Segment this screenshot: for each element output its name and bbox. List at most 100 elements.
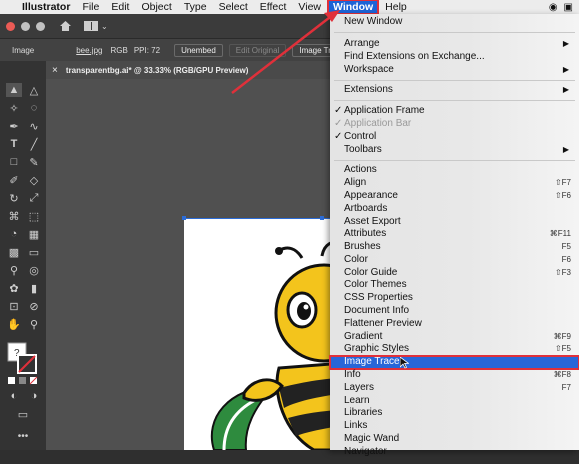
menu-item-navigator[interactable]: Navigator	[330, 446, 579, 464]
mac-menubar: Illustrator File Edit Object Type Select…	[0, 0, 579, 15]
selection-type-label: Image	[12, 45, 35, 55]
menu-effect[interactable]: Effect	[254, 1, 293, 13]
menu-item-brushes[interactable]: Brushes F5	[330, 241, 579, 254]
menu-separator	[334, 160, 575, 161]
zoom-window-button[interactable]	[36, 21, 45, 31]
lasso-tool-icon[interactable]: ◌	[26, 101, 42, 115]
menu-item-actions[interactable]: Actions	[330, 164, 579, 177]
unembed-button[interactable]: Unembed	[174, 43, 223, 57]
menu-item-attributes[interactable]: Attributes ⌘F11	[330, 228, 579, 241]
menu-help[interactable]: Help	[379, 1, 413, 13]
menu-item-align[interactable]: Align ⇧F7	[330, 177, 579, 190]
submenu-arrow-icon: ▶	[562, 39, 569, 48]
scale-tool-icon[interactable]: ⤢	[26, 191, 42, 205]
magic-wand-tool-icon[interactable]: ✧	[6, 101, 22, 115]
more-tools-icon[interactable]: •••	[15, 429, 31, 443]
menu-item-appearance[interactable]: Appearance ⇧F6	[330, 190, 579, 203]
ppi-label: PPI: 72	[133, 45, 161, 55]
menu-extra-icon: ▣	[563, 1, 573, 13]
menu-item-new-window[interactable]: New Window	[330, 16, 579, 29]
menu-item-application-bar: ✓ Application Bar	[334, 118, 412, 129]
menu-item-extensions[interactable]: Extensions ▶	[330, 84, 579, 97]
bee-image[interactable]	[184, 218, 344, 450]
draw-mode-icon[interactable]: ◐	[6, 389, 22, 403]
workspace-grid-icon[interactable]: ⌄	[84, 21, 108, 31]
menu-item-layers[interactable]: Layers F7	[330, 382, 579, 395]
artboard-tool-icon[interactable]: ⊡	[6, 299, 22, 313]
artboard[interactable]	[184, 218, 344, 450]
direct-selection-icon[interactable]: △	[26, 83, 42, 97]
window-menu: New Window Arrange ▶ Find Extensions on E…	[329, 14, 579, 457]
menu-item-toolbars[interactable]: Toolbars ▶	[330, 144, 579, 157]
checkmark-icon: ✓	[334, 105, 343, 116]
menu-item-learn[interactable]: Learn	[330, 395, 579, 408]
menu-item-gradient[interactable]: Gradient ⌘F9	[330, 331, 579, 344]
home-icon[interactable]	[59, 20, 72, 32]
rectangle-tool-icon[interactable]: □	[6, 155, 22, 169]
zoom-tool-icon[interactable]: ⚲	[26, 317, 42, 331]
eraser-tool-icon[interactable]: ◇	[26, 173, 42, 187]
minimize-window-button[interactable]	[21, 21, 30, 31]
menu-view[interactable]: View	[292, 1, 327, 13]
menu-item-links[interactable]: Links	[330, 420, 579, 433]
menu-item-find-extensions[interactable]: Find Extensions on Exchange...	[330, 51, 579, 64]
color-mode-label: RGB	[110, 45, 128, 55]
menu-type[interactable]: Type	[178, 1, 213, 13]
selection-bounding-box	[184, 218, 330, 219]
menu-item-workspace[interactable]: Workspace ▶	[330, 64, 579, 77]
fill-stroke-icon[interactable]: ?	[6, 341, 40, 385]
linked-file-link[interactable]: bee.jpg	[76, 46, 102, 55]
submenu-arrow-icon: ▶	[562, 85, 569, 94]
menu-item-color[interactable]: Color F6	[330, 254, 579, 267]
shape-builder-icon[interactable]: ◔	[6, 227, 22, 241]
menu-item-image-trace[interactable]: Image Trace	[329, 355, 579, 370]
close-tab-icon[interactable]: ×	[52, 65, 58, 76]
close-window-button[interactable]	[6, 21, 15, 31]
width-tool-icon[interactable]: ⌘	[6, 209, 22, 223]
line-tool-icon[interactable]: ╱	[26, 137, 42, 151]
menu-item-css-properties[interactable]: CSS Properties	[330, 292, 579, 305]
mouse-cursor-icon	[400, 357, 409, 369]
type-tool-icon[interactable]: T	[6, 137, 22, 151]
menu-app-name[interactable]: Illustrator	[16, 1, 76, 13]
graph-tool-icon[interactable]: ▮	[26, 281, 42, 295]
menu-object[interactable]: Object	[135, 1, 177, 13]
symbol-sprayer-icon[interactable]: ✿	[6, 281, 22, 295]
menu-item-color-guide[interactable]: Color Guide ⇧F3	[330, 267, 579, 280]
menu-item-document-info[interactable]: Document Info	[330, 305, 579, 318]
menu-window[interactable]: Window	[327, 0, 380, 15]
hand-tool-icon[interactable]: ✋	[6, 317, 22, 331]
screen-mode-icon[interactable]: ▭	[15, 407, 31, 421]
mesh-tool-icon[interactable]: ▩	[6, 245, 22, 259]
menu-item-magic-wand[interactable]: Magic Wand	[330, 433, 579, 446]
edit-original-button[interactable]: Edit Original	[228, 43, 287, 57]
menu-select[interactable]: Select	[213, 1, 254, 13]
menu-item-flattener-preview[interactable]: Flattener Preview	[330, 318, 579, 331]
perspective-grid-icon[interactable]: ▦	[26, 227, 42, 241]
menu-item-control[interactable]: ✓ Control	[330, 131, 579, 144]
menu-item-asset-export[interactable]: Asset Export	[330, 216, 579, 229]
menu-item-application-frame[interactable]: ✓ Application Frame	[330, 105, 579, 118]
draw-inside-icon[interactable]: ◑	[26, 389, 42, 403]
slice-tool-icon[interactable]: ⊘	[26, 299, 42, 313]
menu-item-info[interactable]: Info ⌘F8	[330, 369, 579, 382]
pen-tool-icon[interactable]: ✒	[6, 119, 22, 133]
rotate-tool-icon[interactable]: ↻	[6, 191, 22, 205]
selection-tool-icon[interactable]: ▲	[6, 83, 22, 97]
curvature-tool-icon[interactable]: ∿	[26, 119, 42, 133]
gradient-tool-icon[interactable]: ▭	[26, 245, 42, 259]
menu-item-graphic-styles[interactable]: Graphic Styles ⇧F5	[330, 343, 579, 356]
menu-item-libraries[interactable]: Libraries	[330, 407, 579, 420]
menu-file[interactable]: File	[76, 1, 105, 13]
menu-item-color-themes[interactable]: Color Themes	[330, 279, 579, 292]
checkmark-icon: ✓	[334, 118, 343, 129]
menu-edit[interactable]: Edit	[105, 1, 135, 13]
submenu-arrow-icon: ▶	[562, 145, 569, 154]
shaper-tool-icon[interactable]: ✐	[6, 173, 22, 187]
menu-item-arrange[interactable]: Arrange ▶	[330, 38, 579, 51]
blend-tool-icon[interactable]: ◎	[26, 263, 42, 277]
menu-item-artboards[interactable]: Artboards	[330, 203, 579, 216]
free-transform-icon[interactable]: ⬚	[26, 209, 42, 223]
eyedropper-tool-icon[interactable]: ⚲	[6, 263, 22, 277]
brush-tool-icon[interactable]: ✎	[26, 155, 42, 169]
